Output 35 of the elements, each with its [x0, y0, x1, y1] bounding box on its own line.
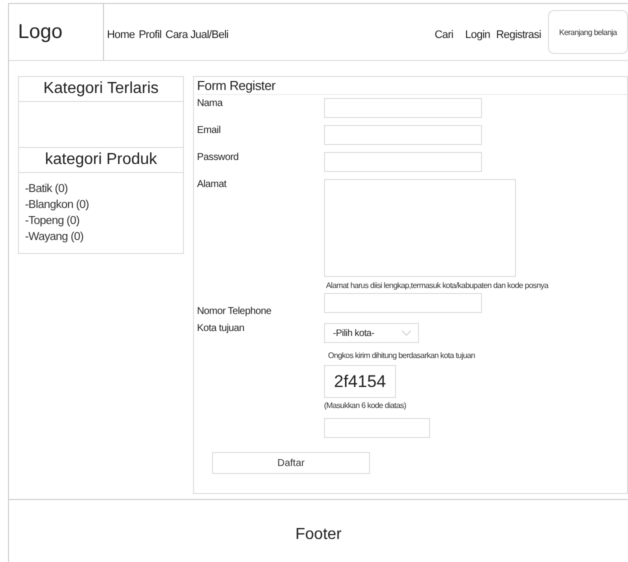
input-field[interactable]	[324, 125, 482, 145]
nav-link[interactable]: Profil	[138, 29, 162, 41]
category-link[interactable]: -Batik (0)	[25, 183, 177, 195]
footer-text: Footer	[295, 526, 342, 545]
category-link[interactable]: -Blangkon (0)	[25, 199, 177, 211]
hint-text: (Masukkan 6 kode diatas)	[324, 401, 408, 410]
hint-text: Alamat harus diisi lengkap,termasuk kota/kabupaten dan kode posnya	[325, 281, 548, 290]
input-field[interactable]	[324, 418, 430, 438]
category-link[interactable]: -Wayang (0)	[25, 231, 177, 243]
hint-text: Ongkos kirim dihitung berdasarkan kota tujuan	[327, 351, 475, 360]
category-link[interactable]: -Topeng (0)	[25, 215, 177, 227]
address-field[interactable]	[324, 179, 516, 277]
field-label: Nama	[197, 98, 224, 111]
cart-button[interactable]: Keranjang belanja	[548, 10, 628, 54]
input-field[interactable]	[324, 152, 482, 172]
field-label: Alamat	[197, 179, 228, 192]
nav-link[interactable]: Cari	[434, 29, 454, 41]
field-label: Password	[197, 152, 240, 165]
field-label: Email	[197, 125, 222, 138]
captcha-code: 2f4154	[324, 365, 396, 398]
caret-icon	[401, 330, 412, 336]
logo: Logo	[9, 4, 104, 60]
input-field[interactable]	[324, 293, 482, 313]
nav-link[interactable]: Cara Jual/Beli	[165, 29, 228, 41]
section-title: Kategori Terlaris	[19, 77, 183, 102]
submit-button[interactable]: Daftar	[212, 452, 370, 474]
section-title: kategori Produk	[19, 148, 183, 173]
input-field[interactable]	[324, 98, 482, 118]
field-label: Nomor Telephone	[197, 305, 272, 317]
field-label: Kota tujuan	[197, 323, 246, 336]
city-dropdown[interactable]: -Pilih kota-	[324, 323, 419, 343]
nav-link[interactable]: Home	[107, 29, 135, 41]
nav-link[interactable]: Registrasi	[496, 29, 541, 41]
form-title: Form Register	[197, 77, 627, 95]
nav-link[interactable]: Login	[465, 29, 490, 41]
